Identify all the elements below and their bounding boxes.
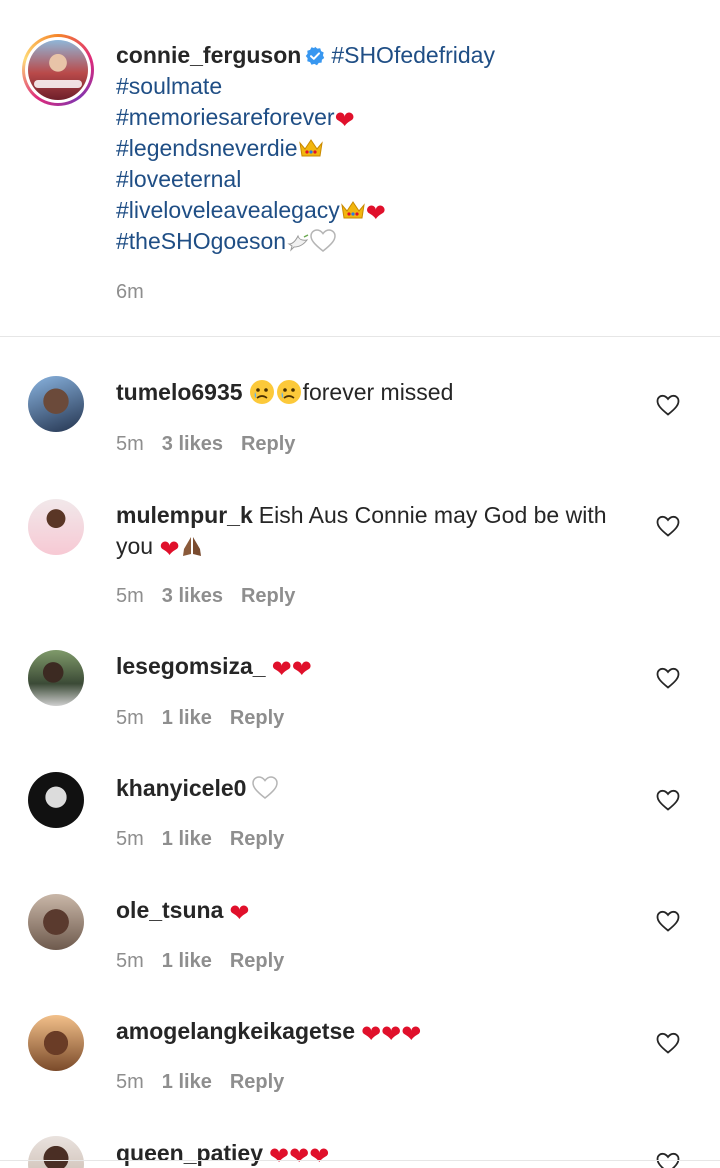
comment-time: 5m [116, 1071, 144, 1093]
poster-avatar-image [28, 40, 88, 100]
comment-text: forever missed [302, 379, 454, 405]
heart-outline-icon[interactable] [656, 1032, 680, 1054]
hashtag-link[interactable]: #memoriesareforever [116, 104, 335, 130]
heart-outline-icon[interactable] [656, 515, 680, 537]
red-heart-emoji: ❤❤❤ [361, 1021, 422, 1048]
comment-likes[interactable]: 1 like [162, 950, 212, 972]
crying-face-emoji [249, 380, 274, 404]
crown-emoji [298, 139, 323, 157]
reply-button[interactable]: Reply [230, 1071, 284, 1093]
commenter-username[interactable]: khanyicele0 [116, 775, 246, 801]
commenter-avatar[interactable] [28, 894, 84, 950]
comment-likes[interactable]: 1 like [162, 707, 212, 729]
hashtag-link[interactable]: #theSHOgoeson [116, 228, 286, 254]
comment-likes[interactable]: 1 like [162, 1071, 212, 1093]
commenter-avatar[interactable] [28, 650, 84, 706]
heart-outline-icon[interactable] [656, 394, 680, 416]
comment-meta: 5m 3 likes Reply [116, 433, 313, 456]
reply-button[interactable]: Reply [230, 828, 284, 850]
commenter-avatar[interactable] [28, 376, 84, 432]
comment-likes[interactable]: 3 likes [162, 433, 223, 455]
heart-outline-icon[interactable] [656, 667, 680, 689]
commenter-username[interactable]: ole_tsuna [116, 897, 223, 923]
comment-meta: 5m 1 like Reply [116, 707, 302, 730]
reply-button[interactable]: Reply [241, 585, 295, 607]
verified-badge-icon [306, 46, 325, 66]
hashtag-link[interactable]: #SHOfedefriday [331, 42, 495, 68]
hashtag-link[interactable]: #loveeternal [116, 164, 696, 195]
bottom-edge-line [0, 1160, 720, 1161]
white-heart-emoji [252, 776, 279, 799]
poster-username[interactable]: connie_ferguson [116, 42, 301, 68]
crying-face-emoji [276, 380, 301, 404]
red-heart-emoji: ❤ [229, 900, 250, 927]
comment-meta: 5m 1 like Reply [116, 950, 302, 973]
hashtag-link[interactable]: #liveloveleavealegacy [116, 197, 340, 223]
comment-meta: 5m 1 like Reply [116, 828, 302, 851]
red-heart-emoji: ❤ [334, 107, 355, 134]
comment-likes[interactable]: 1 like [162, 828, 212, 850]
comment-meta: 5m 1 like Reply [116, 1071, 302, 1094]
comment-likes[interactable]: 3 likes [162, 585, 223, 607]
hashtag-link[interactable]: #soulmate [116, 71, 696, 102]
comment-time: 5m [116, 585, 144, 607]
commenter-username[interactable]: lesegomsiza_ [116, 653, 266, 679]
praying-hands-emoji [182, 537, 201, 556]
reply-button[interactable]: Reply [241, 433, 295, 455]
divider [0, 336, 720, 337]
caption-text: connie_ferguson #SHOfedefriday #soulmate … [116, 40, 696, 257]
heart-outline-icon[interactable] [656, 789, 680, 811]
commenter-username[interactable]: mulempur_k [116, 502, 253, 528]
reply-button[interactable]: Reply [230, 707, 284, 729]
commenter-username[interactable]: queen_patiey [116, 1140, 263, 1166]
comment-time: 5m [116, 950, 144, 972]
commenter-avatar[interactable] [28, 499, 84, 555]
commenter-avatar[interactable] [28, 772, 84, 828]
white-heart-emoji [310, 229, 336, 252]
poster-avatar[interactable] [22, 34, 94, 106]
red-heart-emoji: ❤ [159, 536, 180, 563]
post-caption: connie_ferguson #SHOfedefriday #soulmate … [0, 0, 720, 336]
comment-time: 5m [116, 828, 144, 850]
comment-item: queen_patiey ❤❤❤ [0, 1136, 720, 1168]
commenter-username[interactable]: tumelo6935 [116, 379, 243, 405]
crown-emoji [340, 201, 365, 219]
commenter-avatar[interactable] [28, 1136, 84, 1168]
red-heart-emoji: ❤❤❤ [269, 1143, 330, 1168]
red-heart-emoji: ❤❤ [271, 656, 312, 683]
commenter-avatar[interactable] [28, 1015, 84, 1071]
heart-outline-icon[interactable] [656, 910, 680, 932]
comment-time: 5m [116, 707, 144, 729]
reply-button[interactable]: Reply [230, 950, 284, 972]
comment-time: 5m [116, 433, 144, 455]
red-heart-emoji: ❤ [365, 200, 386, 227]
comment-meta: 5m 3 likes Reply [116, 585, 313, 608]
hashtag-link[interactable]: #legendsneverdie [116, 135, 298, 161]
caption-time: 6m [116, 281, 144, 303]
dove-emoji [287, 234, 309, 252]
commenter-username[interactable]: amogelangkeikagetse [116, 1018, 355, 1044]
